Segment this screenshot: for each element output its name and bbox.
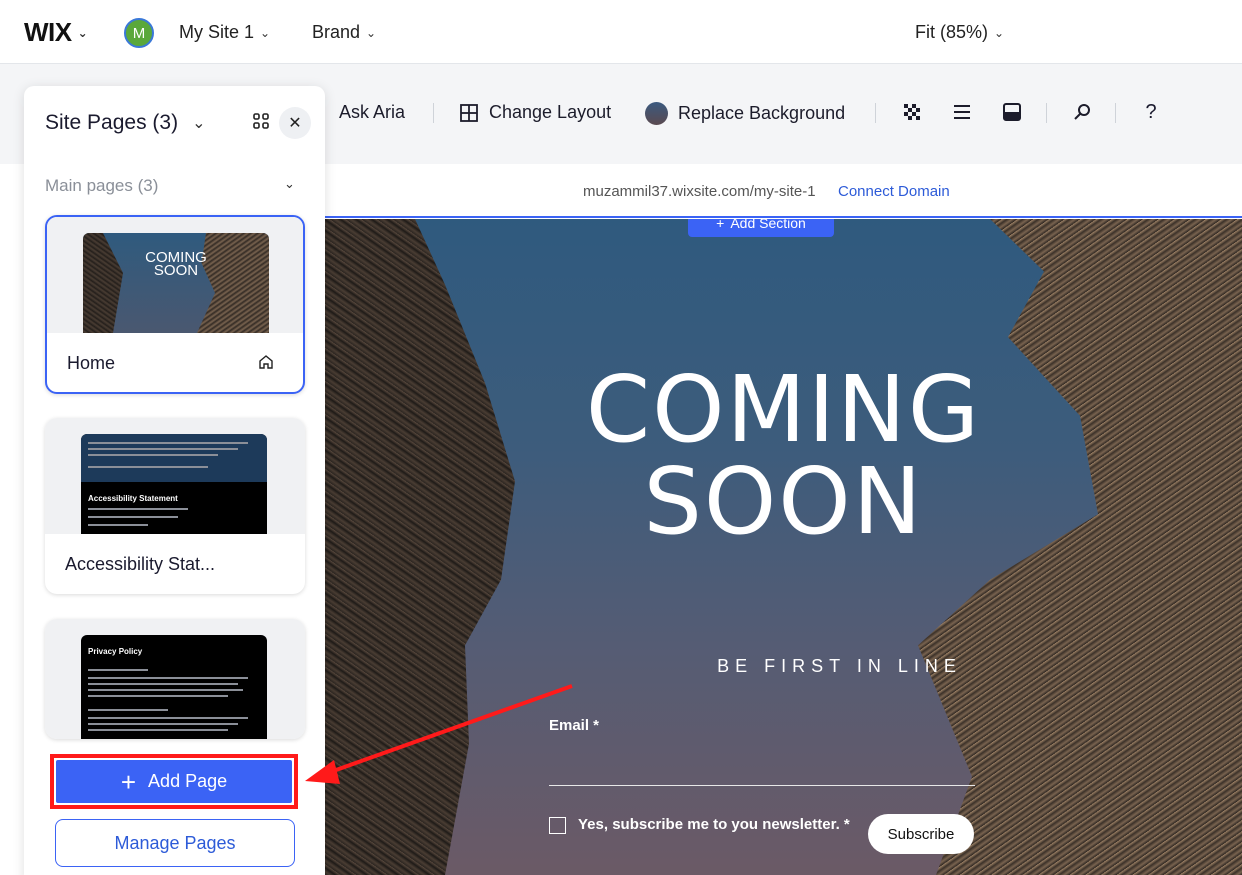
page-label: Accessibility Stat... <box>65 554 216 574</box>
panel-title: Site Pages (3) <box>45 111 179 134</box>
home-thumbnail: COMING SOON <box>83 233 269 333</box>
accessibility-thumbnail: Accessibility Statement <box>81 434 267 534</box>
layout-icon <box>460 103 478 122</box>
toolbar-divider <box>1115 103 1116 123</box>
add-page-button[interactable]: + Add Page <box>56 760 292 803</box>
toolbar-divider <box>433 103 434 123</box>
chevron-down-icon: ⌄ <box>260 25 271 40</box>
toolbar-divider <box>1046 103 1047 123</box>
thumbnail-text-line <box>88 524 148 526</box>
thumbnail-text-line <box>88 729 228 731</box>
thumbnail-text-line <box>88 709 168 711</box>
panel-bottom-icon <box>1003 103 1021 121</box>
thumbnail-text-line <box>88 454 218 456</box>
avatar[interactable]: M <box>124 18 154 48</box>
add-page-label: Add Page <box>148 771 228 791</box>
thumbnail-title: Privacy Policy <box>88 647 143 656</box>
zoom-label: Fit (85%) <box>915 22 989 42</box>
headline-line-1: COMING <box>585 356 982 463</box>
rock-image <box>197 233 269 333</box>
pattern-icon[interactable] <box>901 101 923 123</box>
thumbnail-text-line <box>88 508 188 510</box>
thumbnail-text-line <box>88 695 228 697</box>
thumbnail-text-line <box>88 516 178 518</box>
add-section-label: Add Section <box>730 219 806 231</box>
page-thumbnail: Accessibility Statement <box>45 418 305 534</box>
thumbnail-text-line <box>88 466 208 468</box>
site-menu-label: My Site 1 <box>179 22 255 42</box>
thumbnail-text-line <box>88 442 248 444</box>
subscribe-button[interactable]: Subscribe <box>868 814 974 854</box>
newsletter-checkbox[interactable] <box>549 817 566 834</box>
page-thumbnail: Privacy Policy <box>45 619 305 739</box>
brand-menu[interactable]: Brand ⌄ <box>312 22 376 43</box>
chevron-down-icon: ⌄ <box>192 115 206 132</box>
connect-domain-link[interactable]: Connect Domain <box>838 183 950 200</box>
page-card-accessibility[interactable]: Accessibility Statement Accessibility St… <box>45 418 305 594</box>
top-bar: WIX ⌄ M My Site 1 ⌄ Brand ⌄ Fit (85%) ⌄ <box>0 0 1242 64</box>
align-icon[interactable] <box>951 101 973 123</box>
manage-pages-button[interactable]: Manage Pages <box>55 819 295 867</box>
chevron-down-icon: ⌄ <box>366 25 377 40</box>
chevron-down-icon: ⌄ <box>994 25 1005 40</box>
thumbnail-text-line <box>88 669 148 671</box>
replace-background-button[interactable]: Replace Background <box>645 102 845 125</box>
plus-icon: + <box>120 766 137 797</box>
page-card-privacy[interactable]: Privacy Policy <box>45 619 305 739</box>
wix-logo-menu[interactable]: WIX ⌄ <box>24 17 88 48</box>
rock-image <box>83 233 123 333</box>
lines-icon <box>954 105 970 119</box>
chevron-down-icon[interactable]: ⌄ <box>284 176 295 192</box>
wix-logo: WIX <box>24 17 72 47</box>
close-icon[interactable]: ✕ <box>279 107 311 139</box>
home-icon <box>259 355 273 369</box>
change-layout-button[interactable]: Change Layout <box>459 102 611 123</box>
thumbnail-headline: COMING SOON <box>83 250 269 279</box>
search-zoom-icon[interactable] <box>1071 101 1093 123</box>
help-icon[interactable]: ? <box>1140 101 1162 123</box>
thumbnail-text-line <box>88 677 248 679</box>
ask-aria-label: Ask Aria <box>339 102 406 122</box>
editor-canvas[interactable]: + Add Section COMING SOON BE FIRST IN LI… <box>325 219 1242 875</box>
site-menu[interactable]: My Site 1 ⌄ <box>179 22 270 43</box>
zoom-menu[interactable]: Fit (85%) ⌄ <box>915 22 1004 43</box>
thumbnail-text-line <box>88 717 248 719</box>
page-card-home[interactable]: COMING SOON Home <box>45 215 305 394</box>
checker-pattern-icon <box>904 104 920 120</box>
thumbnail-text-line <box>88 448 238 450</box>
newsletter-label: Yes, subscribe me to you newsletter. * <box>578 816 850 833</box>
section-label: Main pages (3) <box>45 176 159 195</box>
grid-view-icon[interactable] <box>252 112 274 134</box>
thumbnail-text-line <box>88 723 238 725</box>
section-style-icon[interactable] <box>1001 101 1023 123</box>
thumbnail-text-line <box>88 683 238 685</box>
panel-title-dropdown[interactable]: Site Pages (3) ⌄ <box>45 111 205 135</box>
background-swatch-icon <box>645 102 668 125</box>
add-section-button[interactable]: + Add Section <box>688 219 834 237</box>
page-label: Home <box>67 353 116 373</box>
headline[interactable]: COMING SOON <box>325 364 1242 548</box>
tagline[interactable]: BE FIRST IN LINE <box>325 656 1242 677</box>
chevron-down-icon: ⌄ <box>77 25 88 40</box>
privacy-thumbnail: Privacy Policy <box>81 635 267 739</box>
ask-aria-button[interactable]: Ask Aria <box>339 102 405 123</box>
email-field[interactable] <box>549 785 975 786</box>
thumbnail-text-line <box>88 689 243 691</box>
brand-menu-label: Brand <box>312 22 361 42</box>
toolbar-divider <box>875 103 876 123</box>
magnifier-icon <box>1074 104 1090 120</box>
change-layout-label: Change Layout <box>489 102 612 122</box>
site-url: muzammil37.wixsite.com/my-site-1 <box>583 183 816 200</box>
plus-icon: + <box>716 219 725 231</box>
page-thumbnail: COMING SOON <box>47 217 303 333</box>
thumbnail-text: SOON <box>153 262 199 279</box>
thumbnail-title: Accessibility Statement <box>88 494 178 503</box>
headline-line-2: SOON <box>643 448 924 555</box>
replace-background-label: Replace Background <box>678 103 846 123</box>
email-label: Email * <box>549 717 600 734</box>
